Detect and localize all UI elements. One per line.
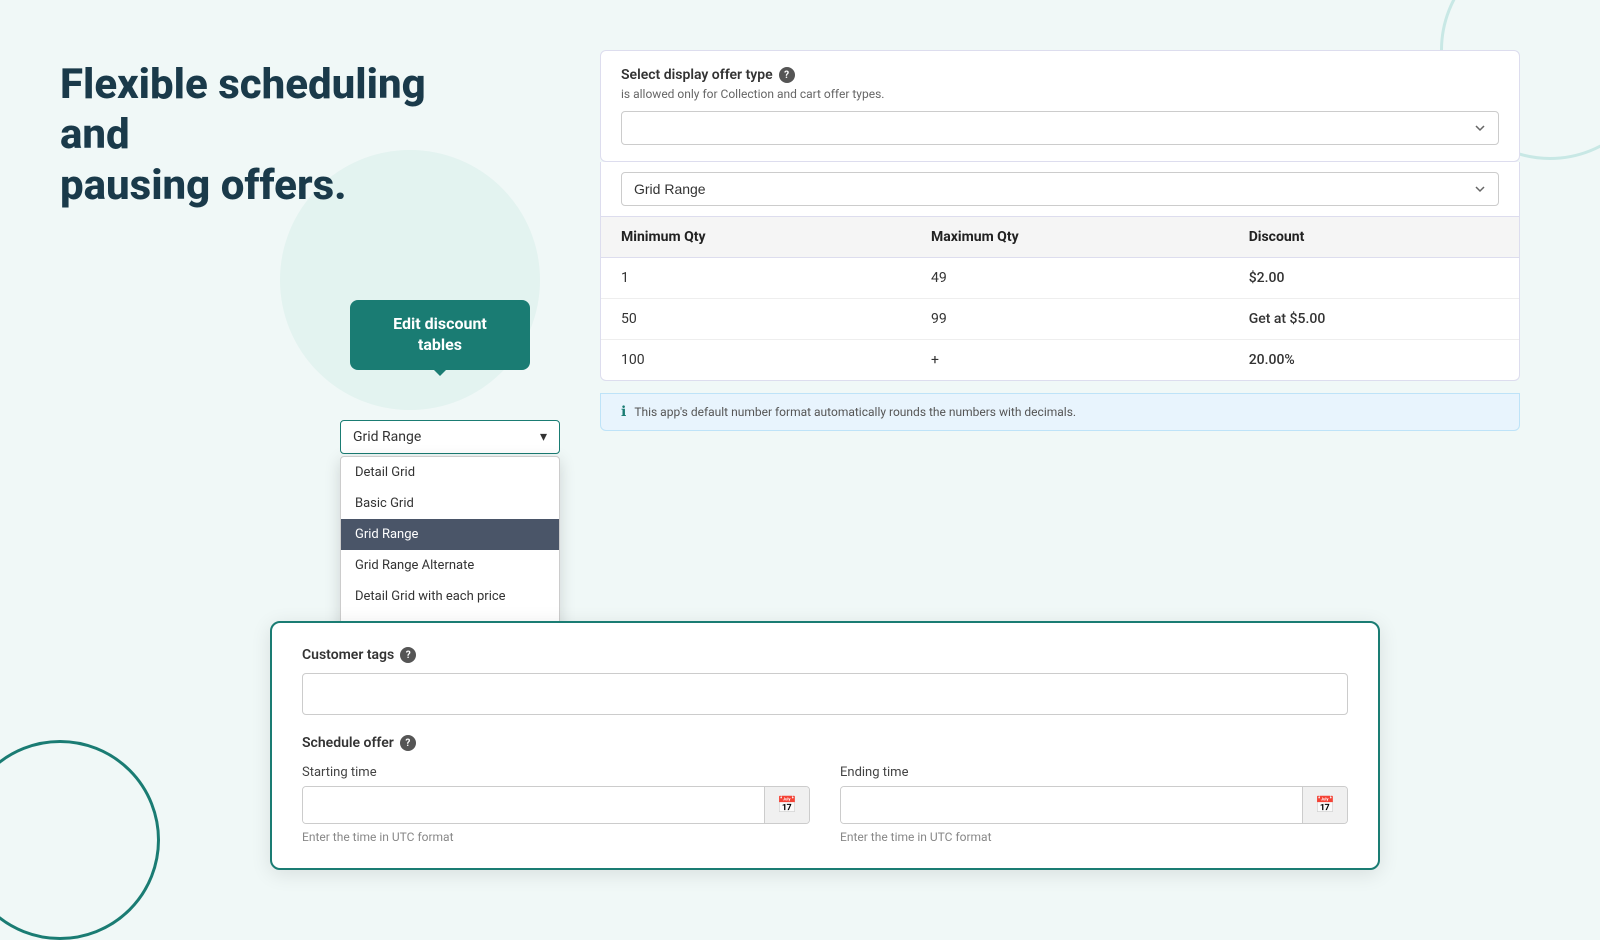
dropdown-item-detail-grid-each-price[interactable]: Detail Grid with each price (341, 581, 559, 612)
main-heading: Flexible scheduling and pausing offers. (60, 60, 440, 211)
info-icon: ℹ (621, 404, 626, 420)
schedule-help-icon[interactable]: ? (400, 735, 416, 751)
starting-time-hint: Enter the time in UTC format (302, 830, 810, 844)
grid-type-dropdown[interactable]: Detail Grid Basic Grid Grid Range Grid R… (340, 456, 560, 644)
col-header-max-qty: Maximum Qty (911, 217, 1229, 258)
info-note: ℹ This app's default number format autom… (600, 393, 1520, 431)
ending-time-input[interactable] (841, 787, 1302, 823)
grid-type-trigger[interactable]: Grid Range ▾ (340, 420, 560, 454)
max-qty-1: 49 (911, 258, 1229, 299)
main-content-area: Select display offer type ? is allowed o… (600, 50, 1520, 431)
col-header-discount: Discount (1229, 217, 1519, 258)
starting-time-input-wrap: 📅 (302, 786, 810, 824)
dropdown-item-grid-range[interactable]: Grid Range (341, 519, 559, 550)
col-header-min-qty: Minimum Qty (601, 217, 911, 258)
grid-type-select[interactable]: Grid Range (621, 172, 1499, 206)
ending-time-field: Ending time 📅 Enter the time in UTC form… (840, 765, 1348, 844)
chevron-down-icon: ▾ (540, 429, 547, 445)
discount-2: Get at $5.00 (1229, 299, 1519, 340)
schedule-label: Schedule offer ? (302, 735, 1348, 751)
offer-type-help-icon[interactable]: ? (779, 67, 795, 83)
offer-type-section: Select display offer type ? is allowed o… (600, 50, 1520, 162)
discount-table-section: Minimum Qty Maximum Qty Discount 1 49 $2… (600, 217, 1520, 381)
starting-time-calendar-button[interactable]: 📅 (764, 787, 809, 823)
dropdown-trigger-area: Edit discount tables Grid Range ▾ Detail… (340, 420, 560, 644)
customer-tags-label: Customer tags ? (302, 647, 1348, 663)
discount-1: $2.00 (1229, 258, 1519, 299)
min-qty-3: 100 (601, 340, 911, 381)
customer-tags-help-icon[interactable]: ? (400, 647, 416, 663)
ending-time-input-wrap: 📅 (840, 786, 1348, 824)
starting-time-label: Starting time (302, 765, 810, 780)
heading-section: Flexible scheduling and pausing offers. (60, 60, 440, 211)
grid-type-section: Grid Range (600, 162, 1520, 217)
ending-time-calendar-button[interactable]: 📅 (1302, 787, 1347, 823)
offer-type-label: Select display offer type ? (621, 67, 1499, 83)
min-qty-1: 1 (601, 258, 911, 299)
ending-time-label: Ending time (840, 765, 1348, 780)
starting-time-field: Starting time 📅 Enter the time in UTC fo… (302, 765, 810, 844)
offer-type-select[interactable] (621, 111, 1499, 145)
customer-tags-input[interactable] (302, 673, 1348, 715)
table-row: 50 99 Get at $5.00 (601, 299, 1519, 340)
starting-time-input[interactable] (303, 787, 764, 823)
dropdown-item-basic-grid[interactable]: Basic Grid (341, 488, 559, 519)
min-qty-2: 50 (601, 299, 911, 340)
decorative-circle-bottom-left (0, 740, 160, 940)
edit-discount-tooltip: Edit discount tables (350, 300, 530, 370)
offer-type-note: is allowed only for Collection and cart … (621, 87, 1499, 101)
table-row: 1 49 $2.00 (601, 258, 1519, 299)
table-row: 100 + 20.00% (601, 340, 1519, 381)
bottom-card: Customer tags ? Schedule offer ? Startin… (270, 621, 1380, 870)
max-qty-3: + (911, 340, 1229, 381)
dropdown-item-grid-range-alternate[interactable]: Grid Range Alternate (341, 550, 559, 581)
time-row: Starting time 📅 Enter the time in UTC fo… (302, 765, 1348, 844)
discount-3: 20.00% (1229, 340, 1519, 381)
dropdown-item-detail-grid[interactable]: Detail Grid (341, 457, 559, 488)
discount-table: Minimum Qty Maximum Qty Discount 1 49 $2… (601, 217, 1519, 380)
max-qty-2: 99 (911, 299, 1229, 340)
ending-time-hint: Enter the time in UTC format (840, 830, 1348, 844)
